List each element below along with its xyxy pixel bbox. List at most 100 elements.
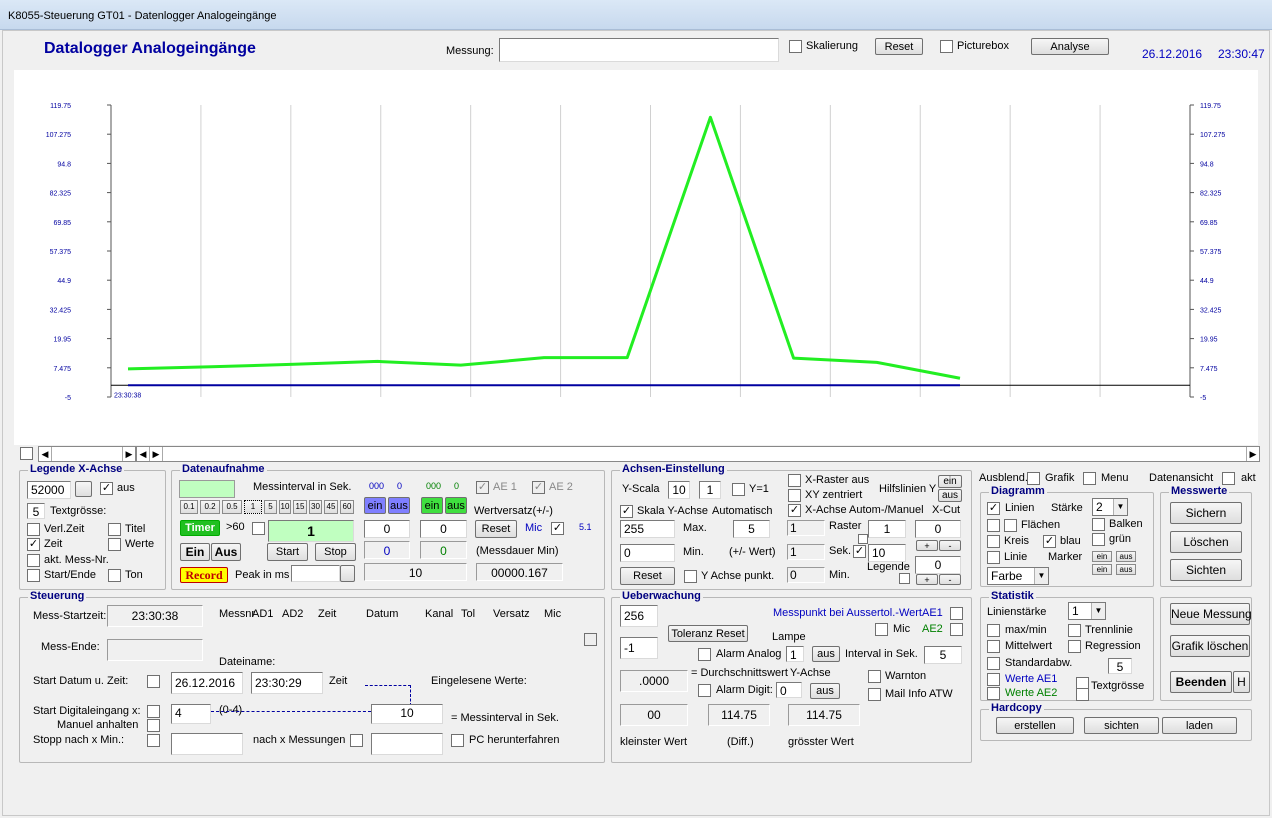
record-button[interactable]: Record: [180, 567, 228, 583]
linienstaerke-select[interactable]: 1 ▼: [1068, 602, 1106, 620]
hardcopy-laden-button[interactable]: laden: [1162, 717, 1237, 734]
peak-input[interactable]: [291, 565, 340, 582]
scroll-left-icon[interactable]: ◀: [39, 447, 52, 461]
start-button[interactable]: Start: [267, 543, 308, 561]
interval-button[interactable]: 1: [244, 500, 262, 514]
digit-aus-button[interactable]: aus: [810, 683, 840, 699]
interval-button[interactable]: 0.5: [222, 500, 242, 514]
maxmin-checkbox[interactable]: [987, 624, 1000, 637]
sek-checkbox[interactable]: ✓: [853, 545, 866, 558]
regression-checkbox[interactable]: [1068, 640, 1081, 653]
zeit-checkbox[interactable]: ✓: [27, 538, 40, 551]
chart-scrollbar[interactable]: ◀ ▶ ▶: [136, 446, 1260, 462]
menu-checkbox[interactable]: [1083, 472, 1096, 485]
blau-checkbox[interactable]: ✓: [1043, 535, 1056, 548]
interval-button[interactable]: 10: [279, 500, 291, 514]
gt60-checkbox[interactable]: [252, 522, 265, 535]
analyse-button[interactable]: Analyse: [1031, 38, 1109, 55]
mic-checkbox[interactable]: ✓: [551, 522, 564, 535]
timer-button[interactable]: Timer: [180, 520, 220, 536]
ae1-aus-button[interactable]: aus: [388, 497, 410, 514]
peak-small-button[interactable]: [340, 565, 355, 582]
marker-aus-button[interactable]: aus: [1116, 551, 1136, 562]
tol-max-input[interactable]: 256: [620, 605, 658, 627]
textgroesse-checkbox-2[interactable]: [1076, 688, 1089, 701]
small-scrollbar[interactable]: ◀ ▶: [38, 446, 136, 462]
ueber-ae2-checkbox[interactable]: [950, 623, 963, 636]
legende-checkbox[interactable]: [899, 573, 910, 584]
warnton-checkbox[interactable]: [868, 670, 881, 683]
grafik-checkbox[interactable]: [1027, 472, 1040, 485]
xcut-plus-button[interactable]: +: [916, 540, 938, 551]
yscala-input-1[interactable]: 10: [668, 481, 690, 499]
min-input[interactable]: 0: [620, 544, 675, 562]
xy-zentriert-checkbox[interactable]: [788, 489, 801, 502]
scroll-toggle-checkbox[interactable]: [20, 447, 33, 460]
achsen-reset-button[interactable]: Reset: [620, 567, 675, 585]
trennlinie-checkbox[interactable]: [1068, 624, 1081, 637]
legende-value-input[interactable]: 52000: [27, 481, 71, 499]
start-ende-checkbox[interactable]: [27, 569, 40, 582]
werte-ae1-checkbox[interactable]: [987, 673, 1000, 686]
toleranz-reset-button[interactable]: Toleranz Reset: [668, 625, 748, 642]
y-punkt-checkbox[interactable]: [684, 570, 697, 583]
interval-button[interactable]: 60: [340, 500, 354, 514]
max-input[interactable]: 255: [620, 520, 675, 538]
raster-input[interactable]: 1: [868, 520, 906, 538]
interval-button[interactable]: 0.1: [180, 500, 198, 514]
alarm-analog-checkbox[interactable]: [698, 648, 711, 661]
standardabw-checkbox[interactable]: [987, 657, 1000, 670]
ton-checkbox[interactable]: [108, 569, 121, 582]
tol-min-input[interactable]: -1: [620, 637, 658, 659]
picturebox-checkbox[interactable]: [940, 40, 953, 53]
messinterval-steuerung-input[interactable]: 10: [371, 704, 443, 724]
ae2-ein-button[interactable]: ein: [421, 497, 443, 514]
interval-button[interactable]: 45: [324, 500, 338, 514]
titel-checkbox[interactable]: [108, 523, 121, 536]
messinterval-input[interactable]: 1: [268, 520, 354, 542]
legende-input[interactable]: 0: [915, 556, 961, 574]
legende-minus-button[interactable]: -: [939, 574, 961, 585]
mail-checkbox[interactable]: [868, 688, 881, 701]
scroll-right-icon[interactable]: ▶: [1246, 447, 1259, 461]
stopp-input[interactable]: [171, 733, 243, 755]
legende-small-button[interactable]: [75, 481, 92, 497]
ae1-checkbox[interactable]: ✓: [476, 481, 489, 494]
flaechen-checkbox[interactable]: [987, 519, 1000, 532]
ein-button[interactable]: Ein: [180, 543, 210, 561]
scroll-right-icon[interactable]: ▶: [122, 447, 135, 461]
legende-aus-checkbox[interactable]: ✓: [100, 482, 113, 495]
raster-checkbox[interactable]: [858, 534, 868, 544]
hilfslinien-aus-button[interactable]: aus: [938, 489, 962, 502]
akt-mess-nr-checkbox[interactable]: [27, 554, 40, 567]
staerke-select[interactable]: 2 ▼: [1092, 498, 1128, 516]
xcut-minus-button[interactable]: -: [939, 540, 961, 551]
x-autom-checkbox[interactable]: ✓: [788, 504, 801, 517]
versatz-reset-button[interactable]: Reset: [475, 520, 517, 538]
interval-button[interactable]: 0.2: [200, 500, 220, 514]
ae1-ein-button[interactable]: ein: [364, 497, 386, 514]
interval-button[interactable]: 15: [293, 500, 307, 514]
flaechen-checkbox-2[interactable]: [1004, 519, 1017, 532]
stopp-checkbox[interactable]: [147, 734, 160, 747]
hardcopy-erstellen-button[interactable]: erstellen: [996, 717, 1074, 734]
standardabw-input[interactable]: 5: [1108, 658, 1132, 674]
skala-y-checkbox[interactable]: ✓: [620, 505, 633, 518]
yscala-input-2[interactable]: 1: [699, 481, 721, 499]
sichern-button[interactable]: Sichern: [1170, 502, 1242, 524]
gruen-checkbox[interactable]: [1092, 533, 1105, 546]
balken-checkbox[interactable]: [1092, 518, 1105, 531]
neue-messung-button[interactable]: Neue Messung: [1170, 603, 1252, 625]
legende-plus-button[interactable]: +: [916, 574, 938, 585]
farbe-select[interactable]: Farbe ▼: [987, 567, 1049, 585]
grafik-loeschen-button[interactable]: Grafik löschen: [1170, 635, 1250, 657]
manuel-checkbox[interactable]: [147, 719, 160, 732]
pc-herunter-checkbox[interactable]: [451, 734, 464, 747]
verl-zeit-checkbox[interactable]: [27, 523, 40, 536]
werte-checkbox[interactable]: [108, 538, 121, 551]
xraster-checkbox[interactable]: [788, 474, 801, 487]
textsize-input[interactable]: 5: [27, 503, 45, 519]
reset-button[interactable]: Reset: [875, 38, 923, 55]
interval-button[interactable]: 30: [309, 500, 322, 514]
scroll-thumb[interactable]: ▶: [150, 447, 163, 461]
